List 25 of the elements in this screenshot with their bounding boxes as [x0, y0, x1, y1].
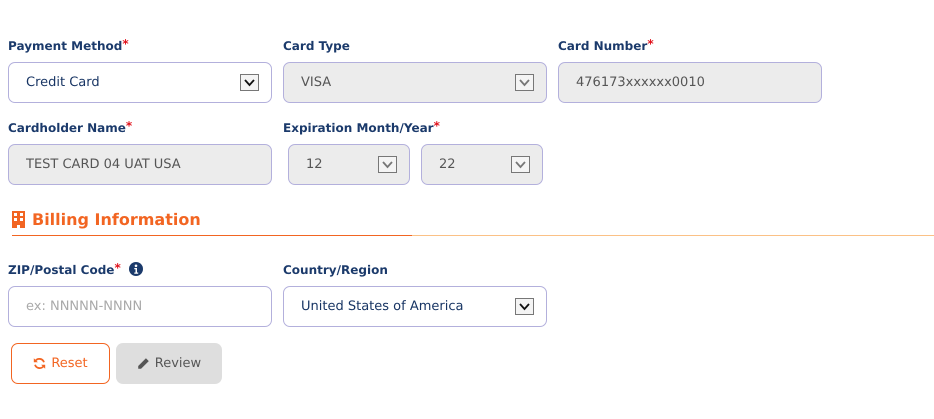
chevron-down-icon: [515, 298, 534, 315]
field-label: Expiration Month/Year: [283, 120, 434, 137]
section-heading: Billing Information: [32, 210, 201, 228]
field-label: Country/Region: [283, 262, 388, 279]
field-label: Card Type: [283, 38, 350, 55]
building-icon: [12, 210, 25, 228]
required-mark: *: [126, 120, 132, 133]
chevron-down-icon: [515, 74, 534, 91]
chevron-down-icon: [511, 156, 530, 173]
pencil-icon: [136, 357, 150, 370]
info-icon[interactable]: [128, 262, 143, 276]
field-label: Payment Method: [8, 38, 122, 55]
required-mark: *: [434, 120, 440, 133]
field-label: Card Number: [558, 38, 648, 55]
field-label: Cardholder Name: [8, 120, 126, 137]
input-field[interactable]: ex: NNNNN-NNNN: [8, 286, 272, 327]
required-mark: *: [114, 262, 121, 275]
select-field[interactable]: Credit Card: [8, 62, 272, 103]
required-mark: *: [647, 38, 654, 51]
refresh-icon: [33, 357, 46, 370]
select-field[interactable]: United States of America: [283, 286, 547, 327]
chevron-down-icon: [378, 156, 397, 173]
field-label: ZIP/Postal Code: [8, 262, 114, 279]
required-mark: *: [122, 38, 129, 51]
chevron-down-icon: [240, 74, 259, 91]
